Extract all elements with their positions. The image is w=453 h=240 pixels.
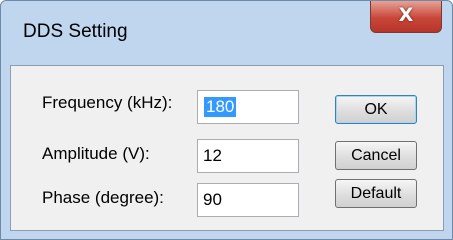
- default-button[interactable]: Default: [335, 179, 417, 208]
- title-bar[interactable]: DDS Setting X: [1, 1, 452, 42]
- close-icon: X: [398, 4, 414, 26]
- amplitude-label: Amplitude (V):: [42, 144, 150, 163]
- window-title: DDS Setting: [23, 21, 128, 42]
- amplitude-input[interactable]: [197, 139, 299, 173]
- close-button[interactable]: X: [370, 1, 442, 33]
- frequency-input[interactable]: [197, 90, 299, 124]
- dialog-body: Frequency (kHz): 180 Amplitude (V): Phas…: [10, 65, 444, 231]
- frequency-label: Frequency (kHz):: [42, 93, 173, 112]
- phase-input[interactable]: [197, 183, 299, 217]
- ok-button[interactable]: OK: [335, 95, 417, 124]
- cancel-button[interactable]: Cancel: [335, 141, 417, 170]
- dds-setting-window: DDS Setting X Frequency (kHz): 180 Ampli…: [0, 0, 453, 240]
- phase-label: Phase (degree):: [42, 188, 164, 207]
